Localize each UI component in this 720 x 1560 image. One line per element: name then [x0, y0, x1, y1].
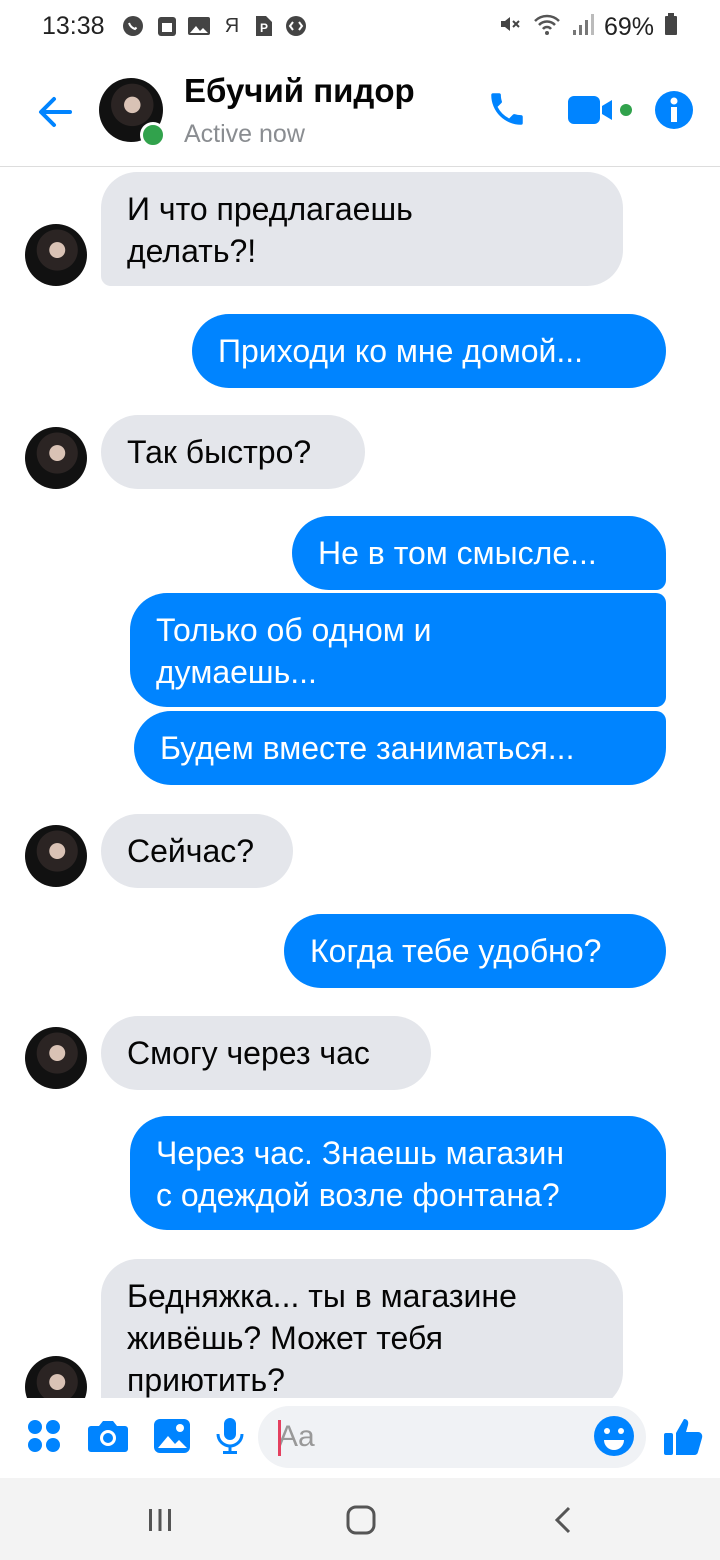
- svg-text:P: P: [260, 21, 268, 35]
- system-navigation-bar: [0, 1478, 720, 1560]
- smiley-icon: [594, 1416, 634, 1456]
- four-dots-icon: [28, 1420, 60, 1452]
- sender-avatar[interactable]: [25, 427, 87, 489]
- p-icon: P: [252, 14, 274, 38]
- wifi-icon: [532, 12, 562, 43]
- conversation-header: Ебучий пидор Active now: [0, 56, 720, 167]
- more-actions-button[interactable]: [22, 1414, 66, 1458]
- back-arrow-icon: [39, 97, 72, 127]
- gallery-button[interactable]: [150, 1414, 194, 1458]
- home-button[interactable]: [341, 1500, 381, 1540]
- incoming-message[interactable]: Сейчас?: [101, 814, 293, 888]
- message-input[interactable]: [258, 1406, 646, 1468]
- status-right: 69%: [498, 12, 678, 43]
- back-button[interactable]: [34, 90, 78, 134]
- gallery-icon: [186, 14, 212, 38]
- online-indicator: [140, 122, 166, 148]
- calendar-icon: [156, 14, 178, 38]
- battery-level: 69%: [603, 13, 654, 41]
- back-nav-button[interactable]: [544, 1500, 584, 1540]
- mute-icon: [498, 12, 522, 43]
- recent-apps-icon: [149, 1509, 171, 1531]
- info-icon: [655, 91, 693, 129]
- video-call-button[interactable]: [566, 88, 636, 132]
- outgoing-message[interactable]: Не в том смысле...: [292, 516, 666, 590]
- microphone-icon: [216, 1418, 244, 1454]
- composer-bar: [0, 1398, 720, 1478]
- battery-icon: [664, 12, 678, 43]
- text-cursor: [278, 1420, 281, 1456]
- contact-name[interactable]: Ебучий пидор: [184, 72, 415, 110]
- outgoing-message[interactable]: Приходи ко мне домой...: [192, 314, 666, 388]
- sender-avatar[interactable]: [25, 825, 87, 887]
- incoming-message[interactable]: И что предлагаешь делать?!: [101, 172, 623, 286]
- chevron-left-icon: [554, 1506, 571, 1534]
- camera-button[interactable]: [86, 1414, 130, 1458]
- incoming-message[interactable]: Так быстро?: [101, 415, 365, 489]
- sender-avatar[interactable]: [25, 224, 87, 286]
- ya-icon: Я: [224, 14, 240, 37]
- home-icon: [346, 1505, 376, 1535]
- camera-icon: [88, 1421, 128, 1452]
- info-button[interactable]: [652, 88, 696, 132]
- like-button[interactable]: [662, 1414, 706, 1458]
- video-camera-icon: [568, 96, 632, 124]
- incoming-message[interactable]: Смогу через час: [101, 1016, 431, 1090]
- outgoing-message[interactable]: Через час. Знаешь магазин с одеждой возл…: [130, 1116, 666, 1230]
- thumbs-up-icon: [664, 1419, 703, 1456]
- outgoing-message[interactable]: Будем вместе заниматься...: [134, 711, 666, 785]
- outgoing-message[interactable]: Когда тебе удобно?: [284, 914, 666, 988]
- incoming-message[interactable]: Бедняжка... ты в магазине живёшь? Может …: [101, 1259, 623, 1409]
- whatsapp-icon: [120, 14, 146, 38]
- emoji-button[interactable]: [592, 1414, 636, 1458]
- status-bar: 13:38 Я P 69%: [0, 0, 720, 56]
- shazam-icon: [284, 14, 308, 38]
- sender-avatar[interactable]: [25, 1027, 87, 1089]
- recent-apps-button[interactable]: [140, 1500, 180, 1540]
- signal-icon: [572, 12, 594, 43]
- status-time: 13:38: [42, 12, 105, 40]
- phone-icon: [491, 93, 523, 125]
- voice-message-button[interactable]: [208, 1414, 252, 1458]
- contact-status: Active now: [184, 120, 305, 148]
- outgoing-message[interactable]: Только об одном и думаешь...: [130, 593, 666, 707]
- voice-call-button[interactable]: [484, 86, 530, 132]
- image-icon: [154, 1419, 190, 1453]
